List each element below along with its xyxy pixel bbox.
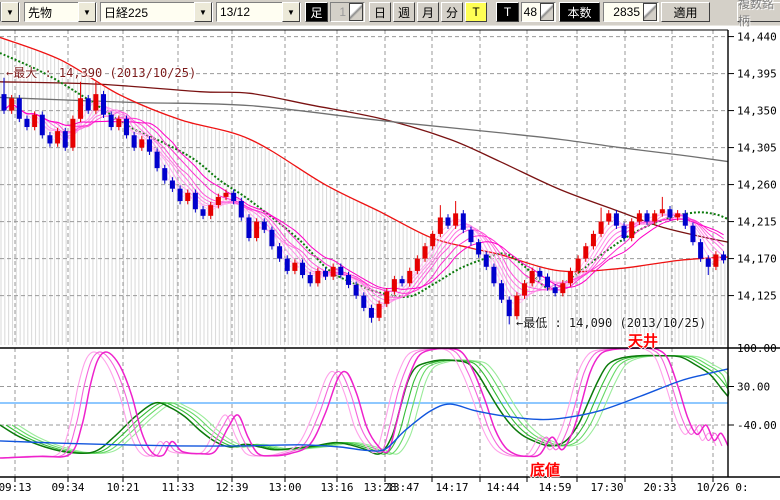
daily-button-label: 日 bbox=[374, 4, 386, 21]
bar-interval-spinner[interactable]: 1 bbox=[330, 2, 365, 22]
max-price-annotation: ←最大 : 14,390 (2013/10/25) bbox=[6, 64, 196, 81]
svg-text:14:17: 14:17 bbox=[435, 481, 468, 494]
daily-button[interactable]: 日 bbox=[369, 2, 391, 22]
svg-text:14,350: 14,350 bbox=[737, 105, 777, 118]
minute-button-label: 分 bbox=[446, 4, 458, 21]
svg-text:100.00: 100.00 bbox=[737, 342, 777, 355]
svg-text:14:59: 14:59 bbox=[538, 481, 571, 494]
svg-text:13:00: 13:00 bbox=[268, 481, 301, 494]
contract-month-value: 13/12 bbox=[217, 5, 282, 19]
svg-text:0:: 0: bbox=[735, 481, 748, 494]
monthly-button-label: 月 bbox=[422, 4, 434, 21]
monthly-button[interactable]: 月 bbox=[417, 2, 439, 22]
chevron-down-icon[interactable]: ▼ bbox=[78, 2, 96, 22]
svg-text:14,260: 14,260 bbox=[737, 179, 777, 192]
multi-symbol-button[interactable]: 複数銘柄 bbox=[737, 2, 780, 22]
svg-text:10/26: 10/26 bbox=[696, 481, 729, 494]
svg-text:11:33: 11:33 bbox=[161, 481, 194, 494]
bar-count-value: 2835 bbox=[604, 5, 642, 19]
partial-combo[interactable]: ▼ bbox=[0, 2, 20, 22]
svg-text:14,170: 14,170 bbox=[737, 253, 777, 266]
min-price-annotation: ←最低 : 14,090 (2013/10/25) bbox=[516, 314, 706, 331]
spin-button-icon[interactable] bbox=[643, 3, 657, 21]
bar-type-text: 足 bbox=[310, 4, 322, 21]
spin-button-icon[interactable] bbox=[349, 3, 363, 21]
bar-type-label: 足 bbox=[305, 2, 328, 22]
svg-text:14,125: 14,125 bbox=[737, 290, 777, 303]
svg-text:30.00: 30.00 bbox=[737, 381, 770, 394]
svg-text:09:13: 09:13 bbox=[0, 481, 32, 494]
svg-text:20:33: 20:33 bbox=[643, 481, 676, 494]
weekly-button[interactable]: 週 bbox=[393, 2, 415, 22]
tick-minutes-spinner[interactable]: 48 bbox=[521, 2, 556, 22]
apply-button[interactable]: 適用 bbox=[661, 2, 710, 22]
svg-text:-40.00: -40.00 bbox=[737, 419, 777, 432]
tick-period-text: T bbox=[504, 5, 511, 19]
trading-app-window: 14,440 14,395 14,350 14,305 14,260 14,215 14,1… bbox=[0, 0, 780, 500]
svg-text:09:34: 09:34 bbox=[51, 481, 84, 494]
svg-text:14,305: 14,305 bbox=[737, 142, 777, 155]
svg-text:14,395: 14,395 bbox=[737, 68, 777, 81]
tick-button-label: T bbox=[472, 5, 479, 19]
svg-text:13:47: 13:47 bbox=[386, 481, 419, 494]
instrument-select[interactable]: 日経225 ▼ bbox=[100, 2, 213, 22]
bar-count-text: 本数 bbox=[567, 4, 591, 21]
chart-area[interactable]: 14,440 14,395 14,350 14,305 14,260 14,215 14,1… bbox=[0, 0, 780, 500]
weekly-button-label: 週 bbox=[398, 4, 410, 21]
multi-symbol-label: 複数銘柄 bbox=[738, 0, 780, 29]
chevron-down-icon[interactable]: ▼ bbox=[1, 2, 19, 22]
tick-minutes-value: 48 bbox=[522, 5, 539, 19]
svg-text:14:44: 14:44 bbox=[486, 481, 519, 494]
chevron-down-icon[interactable]: ▼ bbox=[194, 2, 212, 22]
bar-interval-value: 1 bbox=[331, 5, 348, 19]
bar-count-label: 本数 bbox=[559, 2, 600, 22]
svg-text:14,440: 14,440 bbox=[737, 31, 777, 44]
chevron-down-icon[interactable]: ▼ bbox=[282, 2, 300, 22]
svg-text:10:21: 10:21 bbox=[106, 481, 139, 494]
svg-text:12:39: 12:39 bbox=[215, 481, 248, 494]
tick-period-label: T bbox=[496, 2, 519, 22]
bar-count-spinner[interactable]: 2835 bbox=[603, 2, 659, 22]
instrument-type-select[interactable]: 先物 ▼ bbox=[24, 2, 97, 22]
spin-button-icon[interactable] bbox=[540, 3, 554, 21]
minute-button[interactable]: 分 bbox=[441, 2, 463, 22]
contract-month-select[interactable]: 13/12 ▼ bbox=[216, 2, 301, 22]
instrument-value: 日経225 bbox=[101, 4, 194, 21]
svg-text:13:16: 13:16 bbox=[320, 481, 353, 494]
tick-button-active[interactable]: T bbox=[465, 2, 487, 22]
toolbar: ▼ 先物 ▼ 日経225 ▼ 13/12 ▼ 足 1 日 週 月 bbox=[0, 0, 780, 26]
instrument-type-value: 先物 bbox=[25, 4, 78, 21]
apply-button-label: 適用 bbox=[673, 4, 697, 21]
svg-text:14,215: 14,215 bbox=[737, 216, 777, 229]
ceiling-annotation: 天井 bbox=[628, 330, 658, 351]
bottom-annotation: 底値 bbox=[530, 459, 560, 480]
svg-text:17:30: 17:30 bbox=[590, 481, 623, 494]
